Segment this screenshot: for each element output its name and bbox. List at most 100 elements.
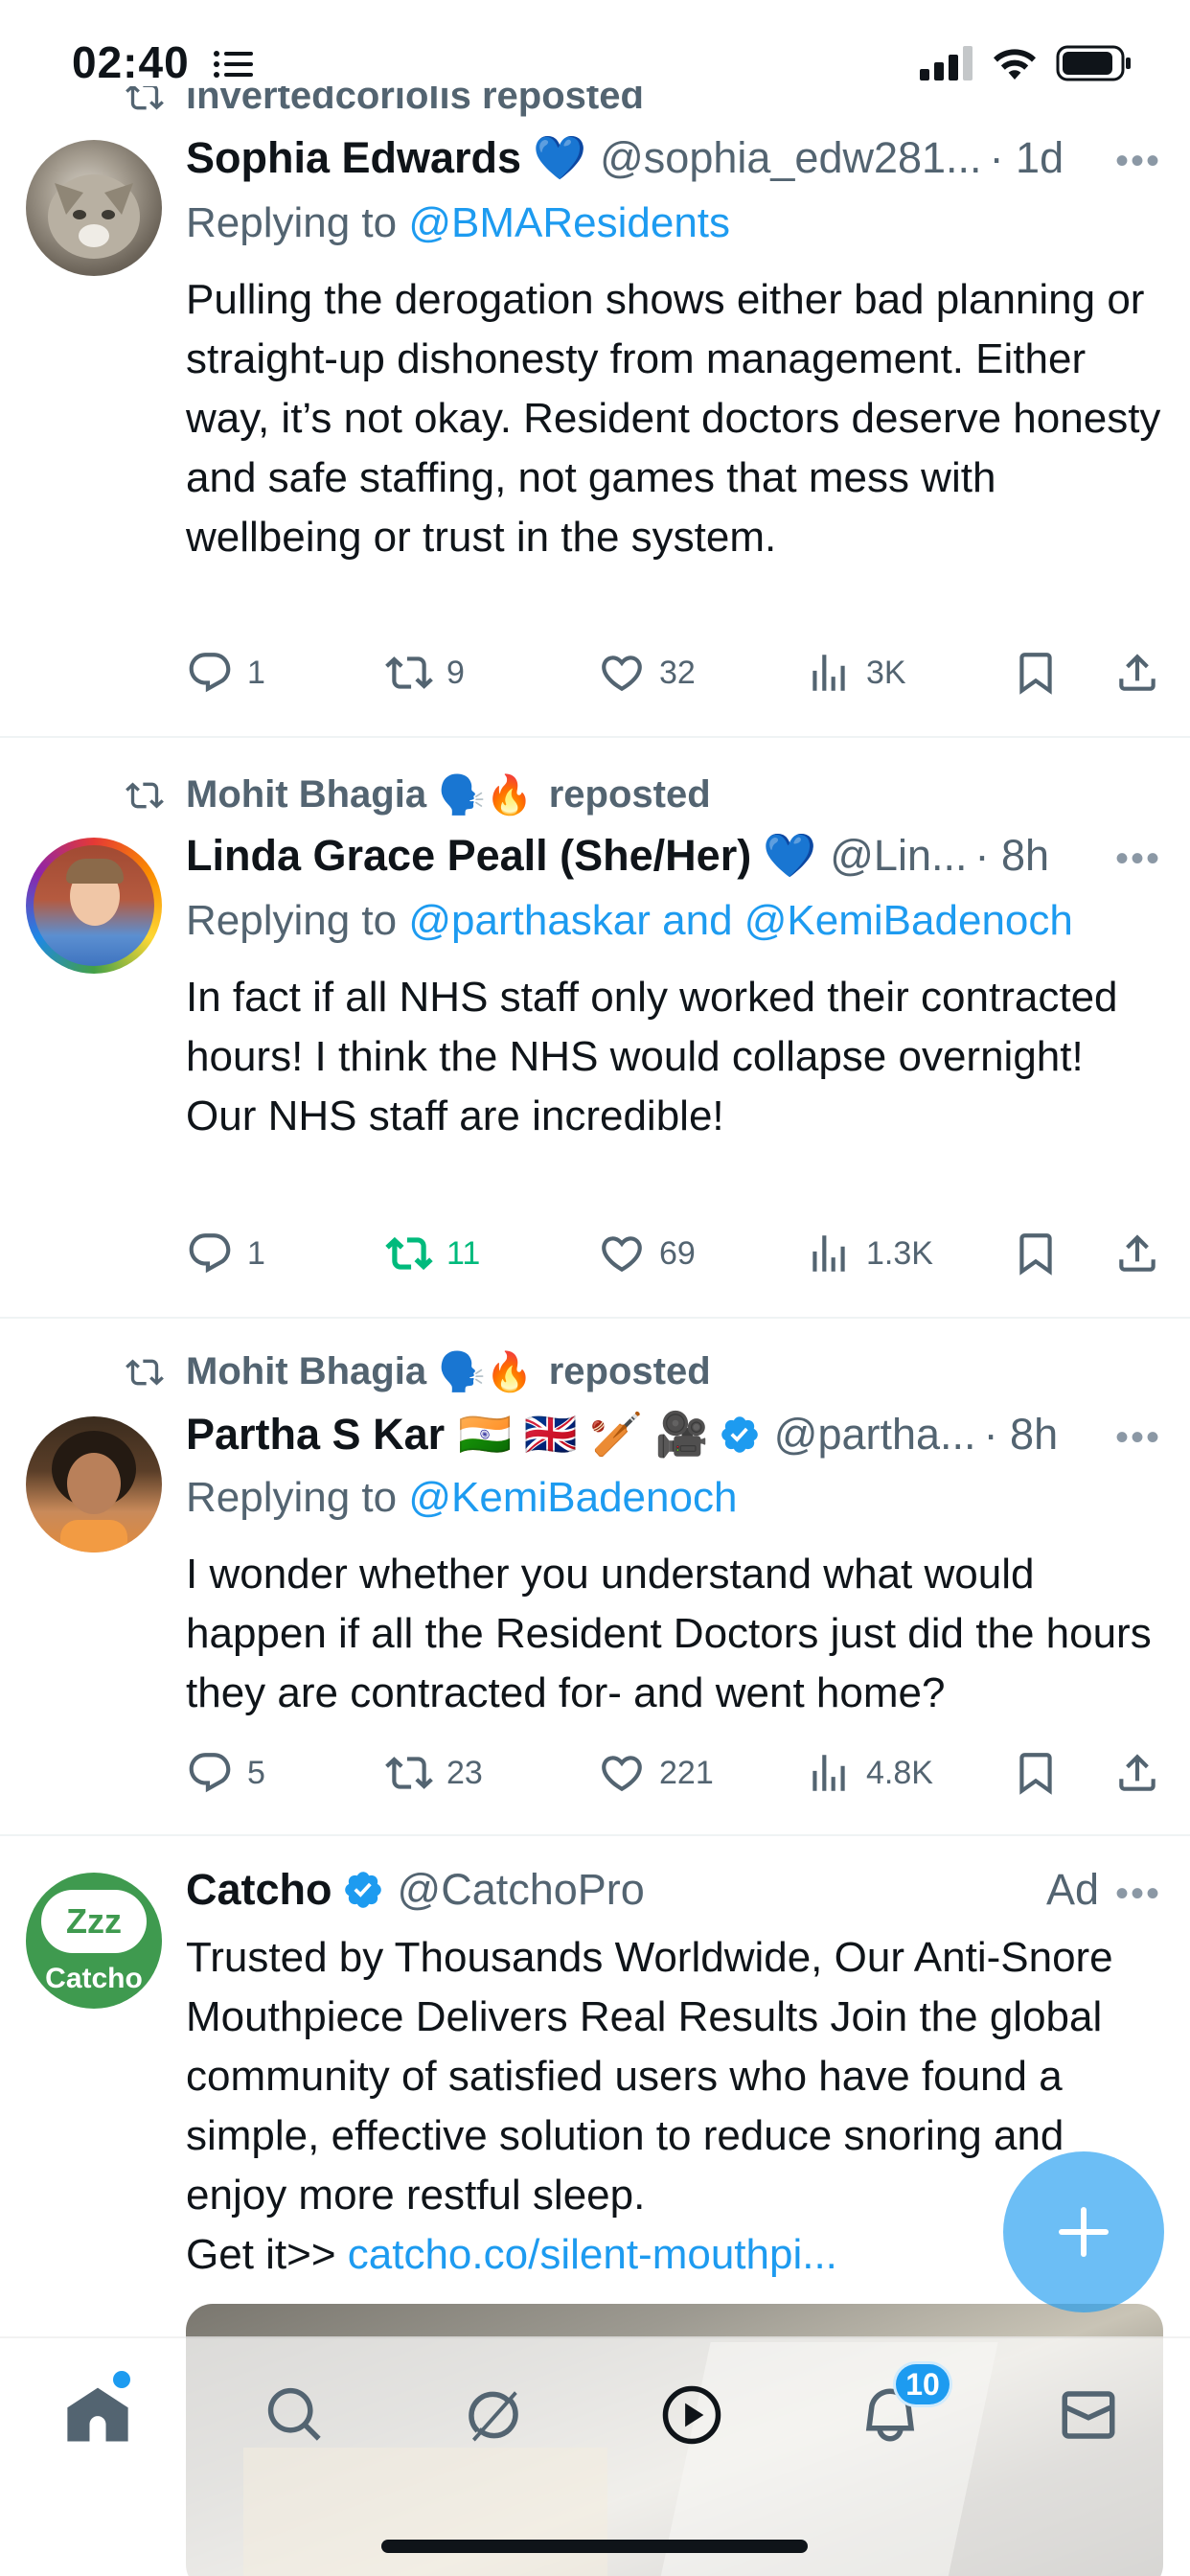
status-time: 02:40 bbox=[72, 37, 190, 87]
view-count: 4.8K bbox=[866, 1754, 933, 1791]
tweet-header: Sophia Edwards 💙 @sophia_edw281... · 1d bbox=[186, 132, 1163, 183]
bookmark-button[interactable] bbox=[1012, 1225, 1073, 1282]
tweet-actions: 1 11 69 1.3K bbox=[186, 1225, 1173, 1282]
views-button[interactable]: 4.8K bbox=[805, 1744, 933, 1802]
replying-to: Replying to @BMAResidents bbox=[186, 199, 730, 247]
replying-prefix: Replying to bbox=[186, 199, 409, 246]
repost-button[interactable]: 23 bbox=[385, 1744, 483, 1802]
display-name[interactable]: Partha S Kar bbox=[186, 1410, 445, 1460]
avatar[interactable] bbox=[26, 140, 162, 276]
analytics-icon bbox=[812, 1235, 845, 1272]
views-button[interactable]: 1.3K bbox=[805, 1225, 933, 1282]
share-button[interactable] bbox=[1113, 644, 1175, 702]
avatar-photo bbox=[34, 845, 154, 966]
more-options-icon[interactable]: ••• bbox=[1115, 1416, 1161, 1460]
more-options-icon[interactable]: ••• bbox=[1115, 140, 1161, 183]
display-name[interactable]: Linda Grace Peall (She/Her) bbox=[186, 831, 751, 881]
reply-icon bbox=[189, 653, 231, 693]
replying-to-link[interactable]: @KemiBadenoch bbox=[408, 1474, 737, 1521]
more-options-icon[interactable]: ••• bbox=[1115, 1873, 1161, 1916]
ad-label: Ad bbox=[1045, 1865, 1099, 1914]
home-indicator bbox=[381, 2540, 808, 2553]
ad-cta-link[interactable]: catcho.co/silent-mouthpi... bbox=[348, 2231, 837, 2278]
user-handle[interactable]: @partha... bbox=[774, 1410, 976, 1460]
tab-search[interactable] bbox=[257, 2377, 333, 2453]
cellular-signal-icon bbox=[920, 46, 973, 80]
avatar[interactable] bbox=[26, 838, 162, 974]
compose-post-button[interactable] bbox=[1003, 2151, 1164, 2312]
tab-home[interactable] bbox=[59, 2377, 136, 2453]
user-handle[interactable]: @CatchoPro bbox=[398, 1865, 645, 1915]
reply-button[interactable]: 1 bbox=[186, 644, 265, 702]
status-indicators bbox=[920, 44, 1133, 82]
tab-video[interactable] bbox=[653, 2377, 730, 2453]
notification-count-badge: 10 bbox=[893, 2361, 952, 2407]
repost-count: 11 bbox=[446, 1234, 481, 1272]
share-button[interactable] bbox=[1113, 1225, 1175, 1282]
reply-count: 5 bbox=[247, 1754, 265, 1791]
timestamp[interactable]: · 1d bbox=[990, 133, 1064, 183]
bookmark-button[interactable] bbox=[1012, 1744, 1073, 1802]
repost-count: 23 bbox=[446, 1754, 483, 1791]
like-button[interactable]: 69 bbox=[598, 1225, 696, 1282]
repost-button[interactable]: 11 bbox=[385, 1225, 480, 1282]
replying-to-link[interactable]: @BMAResidents bbox=[408, 199, 730, 246]
more-options-icon[interactable]: ••• bbox=[1115, 838, 1161, 881]
avatar[interactable] bbox=[26, 1416, 162, 1552]
play-icon bbox=[662, 2385, 721, 2445]
avatar-text-zzz: Zzz bbox=[66, 1901, 122, 1941]
search-icon bbox=[267, 2387, 321, 2441]
like-button[interactable]: 221 bbox=[598, 1744, 714, 1802]
view-count: 1.3K bbox=[866, 1234, 933, 1272]
like-count: 221 bbox=[659, 1754, 714, 1791]
reply-button[interactable]: 1 bbox=[186, 1225, 265, 1282]
user-handle[interactable]: @sophia_edw281... bbox=[600, 133, 981, 183]
tweet-card[interactable]: invertedcoriolis reposted Sophia Edwards… bbox=[0, 0, 1190, 738]
tab-grok[interactable] bbox=[455, 2377, 532, 2453]
repost-button[interactable]: 9 bbox=[385, 644, 465, 702]
reply-icon bbox=[189, 1753, 231, 1793]
replying-prefix: Replying to bbox=[186, 897, 409, 944]
views-button[interactable]: 3K bbox=[805, 644, 906, 702]
reply-button[interactable]: 5 bbox=[186, 1744, 265, 1802]
like-button[interactable]: 32 bbox=[598, 644, 696, 702]
heart-icon bbox=[602, 1756, 642, 1792]
analytics-icon bbox=[812, 655, 845, 691]
social-context[interactable]: Mohit Bhagia 🗣️🔥 reposted bbox=[123, 1349, 711, 1394]
repost-icon bbox=[385, 1757, 433, 1789]
display-name[interactable]: Sophia Edwards bbox=[186, 133, 521, 183]
display-name[interactable]: Catcho bbox=[186, 1865, 332, 1915]
replying-prefix: Replying to bbox=[186, 1474, 409, 1521]
user-handle[interactable]: @Lin... bbox=[830, 831, 967, 881]
share-button[interactable] bbox=[1113, 1744, 1175, 1802]
timestamp[interactable]: · 8h bbox=[984, 1410, 1059, 1460]
replying-to: Replying to @KemiBadenoch bbox=[186, 1474, 737, 1522]
wifi-icon bbox=[994, 49, 1036, 80]
share-icon bbox=[1119, 1234, 1156, 1272]
tab-messages[interactable] bbox=[1050, 2377, 1127, 2453]
mail-icon bbox=[1062, 2391, 1115, 2439]
social-context-name: Mohit Bhagia bbox=[186, 773, 427, 816]
replying-to: Replying to @parthaskar and @KemiBadenoc… bbox=[186, 897, 1073, 945]
replying-to-link[interactable]: @parthaskar and @KemiBadenoch bbox=[408, 897, 1073, 944]
tweet-card[interactable]: Mohit Bhagia 🗣️🔥 reposted Linda Grace Pe… bbox=[0, 738, 1190, 1319]
name-emoji: 💙 bbox=[763, 831, 817, 880]
tweet-text: Pulling the derogation shows either bad … bbox=[186, 276, 1161, 561]
social-context-suffix: reposted bbox=[548, 1350, 711, 1392]
home-icon bbox=[67, 2387, 128, 2442]
tweet-header: Partha S Kar 🇮🇳 🇬🇧 🏏 🎥 @partha... · 8h bbox=[186, 1409, 1163, 1460]
social-context-emojis: 🗣️🔥 bbox=[438, 1351, 534, 1393]
repost-icon bbox=[126, 781, 164, 809]
timestamp[interactable]: · 8h bbox=[975, 831, 1050, 881]
like-count: 69 bbox=[659, 1234, 696, 1272]
social-context-emojis: 🗣️🔥 bbox=[438, 774, 534, 816]
status-bar: 02:40 bbox=[0, 0, 1190, 87]
bookmark-button[interactable] bbox=[1012, 644, 1073, 702]
social-context[interactable]: Mohit Bhagia 🗣️🔥 reposted bbox=[123, 772, 711, 817]
advertiser-avatar[interactable]: Zzz Catcho bbox=[26, 1873, 162, 2009]
social-context-name: Mohit Bhagia bbox=[186, 1350, 427, 1392]
tweet-header: Catcho @CatchoPro bbox=[186, 1865, 1163, 1915]
repost-icon bbox=[385, 1236, 433, 1271]
tweet-card[interactable]: Mohit Bhagia 🗣️🔥 reposted Partha S Kar 🇮… bbox=[0, 1319, 1190, 1836]
verified-badge-icon bbox=[344, 1872, 381, 1908]
